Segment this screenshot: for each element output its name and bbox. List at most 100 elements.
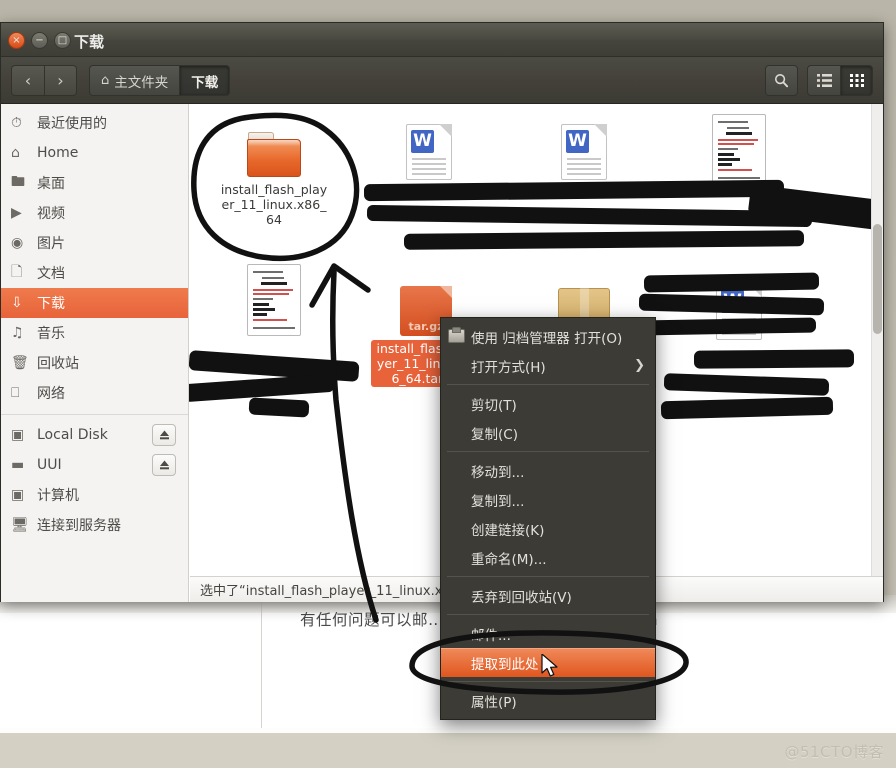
chevron-left-icon: ‹ [24,71,32,90]
back-button[interactable]: ‹ [11,65,44,96]
watermark: @51CTO博客 [784,743,884,761]
context-menu-separator [447,681,649,682]
context-menu-item-email[interactable]: 邮件... [441,619,655,648]
sidebar-item-trash[interactable]: 🗑 回收站 [1,348,188,378]
trash-icon: 🗑 [11,355,29,371]
sidebar-item-desktop[interactable]: 🖿 桌面 [1,168,188,198]
sidebar-item-pictures[interactable]: ◉ 图片 [1,228,188,258]
chevron-right-icon: › [57,71,64,90]
music-icon: ♫ [11,325,24,341]
sidebar: ⏱ 最近使用的 ⌂ Home 🖿 桌面 ▶ 视频 ◉ 图片 🗋 文档 ⇩ 下载 … [1,104,189,602]
sidebar-item-videos[interactable]: ▶ 视频 [1,198,188,228]
scrollbar-thumb[interactable] [873,224,882,334]
context-menu-label: 丢弃到回收站(V) [471,589,572,606]
context-menu-separator [447,614,649,615]
context-menu-label: 重命名(M)... [471,551,547,568]
redaction-mark [640,317,817,336]
sidebar-item-recent[interactable]: ⏱ 最近使用的 [1,108,188,138]
window-title: 下载 [74,33,105,51]
breadcrumb-item-downloads[interactable]: 下载 [179,65,231,96]
window-buttons: × − □ [8,32,71,49]
close-button[interactable]: × [8,32,25,49]
file-item-document[interactable]: W [374,124,484,180]
file-item-document[interactable]: W [529,124,639,180]
redaction-mark [638,293,825,316]
sidebar-item-label: UUI [37,457,62,473]
breadcrumb: ⌂ 主文件夹 下载 [89,65,231,96]
sidebar-item-computer[interactable]: ▣ 计算机 [1,480,188,510]
sidebar-item-documents[interactable]: 🗋 文档 [1,258,188,288]
context-menu-item-rename[interactable]: 重命名(M)... [441,543,655,572]
document-icon: 🗋 [11,264,23,280]
chevron-right-icon: ❯ [634,358,645,373]
folder-icon: 🖿 [11,174,25,190]
eject-icon [159,460,169,470]
eject-button[interactable] [152,454,176,476]
redaction-mark [248,397,310,418]
sidebar-item-label: 网络 [37,386,65,402]
file-item-page[interactable] [219,264,329,336]
redaction-mark [643,272,820,293]
context-menu-label: 属性(P) [471,694,517,711]
context-menu-item-copy-to[interactable]: 复制到... [441,485,655,514]
navigation-buttons: ‹ › [11,65,77,96]
home-icon: ⌂ [11,145,20,161]
context-menu-item-create-link[interactable]: 创建链接(K) [441,514,655,543]
page-preview-icon [712,114,766,186]
sidebar-item-music[interactable]: ♫ 音乐 [1,318,188,348]
search-button[interactable] [765,65,798,96]
breadcrumb-item-home[interactable]: ⌂ 主文件夹 [89,65,180,96]
context-menu-label: 创建链接(K) [471,522,545,539]
context-menu-label: 打开方式(H) [471,359,546,376]
sidebar-item-label: 连接到服务器 [37,518,121,534]
folder-icon [246,132,302,178]
sidebar-item-home[interactable]: ⌂ Home [1,138,188,168]
sidebar-item-label: 桌面 [37,176,65,192]
context-menu-label: 提取到此处 [471,656,539,673]
context-menu-separator [447,451,649,452]
sidebar-item-local-disk[interactable]: ▣ Local Disk [1,420,188,450]
context-menu-item-move-to[interactable]: 移动到... [441,456,655,485]
context-menu-item-properties[interactable]: 属性(P) [441,686,655,715]
maximize-button[interactable]: □ [54,32,71,49]
page-preview-icon [247,264,301,336]
context-menu-item-open-with-archive-manager[interactable]: 使用 归档管理器 打开(O) [441,322,655,351]
context-menu-item-copy[interactable]: 复制(C) [441,418,655,447]
usb-drive-icon: ▬ [11,457,25,473]
sidebar-item-label: 下载 [37,296,65,312]
context-menu-label: 邮件... [471,627,511,644]
toolbar-right-group [765,65,873,96]
download-icon: ⇩ [11,295,23,311]
computer-icon: ▣ [11,487,25,503]
context-menu-item-move-to-trash[interactable]: 丢弃到回收站(V) [441,581,655,610]
file-item-page[interactable] [684,114,794,186]
redaction-mark [366,204,813,228]
sidebar-item-uui[interactable]: ▬ UUI [1,450,188,480]
sidebar-item-network[interactable]: ⎕ 网络 [1,378,188,408]
close-icon: × [12,34,21,46]
list-view-icon [816,74,832,87]
view-mode-group [807,65,873,96]
redaction-mark [660,396,834,420]
eject-button[interactable] [152,424,176,446]
forward-button[interactable]: › [44,65,77,96]
server-icon: 🖥 [11,517,29,533]
context-menu-label: 剪切(T) [471,397,517,414]
minimize-button[interactable]: − [31,32,48,49]
sidebar-item-label: 文档 [37,266,65,282]
title-bar: × − □ 下载 [1,23,883,57]
file-item-folder[interactable]: install_flash_player_11_linux.x86_64 [219,132,329,227]
context-menu-item-open-with[interactable]: 打开方式(H) ❯ [441,351,655,380]
archive-manager-icon [448,327,465,343]
screen: 有任何问题可以邮…………………………ok点com @51CTO博客 × − □ … [0,0,896,768]
sidebar-item-downloads[interactable]: ⇩ 下载 [1,288,188,318]
grid-view-button[interactable] [840,65,873,96]
sidebar-item-connect-server[interactable]: 🖥 连接到服务器 [1,510,188,540]
maximize-icon: □ [57,34,68,46]
context-menu-separator [447,576,649,577]
list-view-button[interactable] [807,65,840,96]
eject-icon [159,430,169,440]
vertical-scrollbar[interactable] [871,104,883,602]
context-menu-item-cut[interactable]: 剪切(T) [441,389,655,418]
toolbar: ‹ › ⌂ 主文件夹 下载 [1,57,883,104]
